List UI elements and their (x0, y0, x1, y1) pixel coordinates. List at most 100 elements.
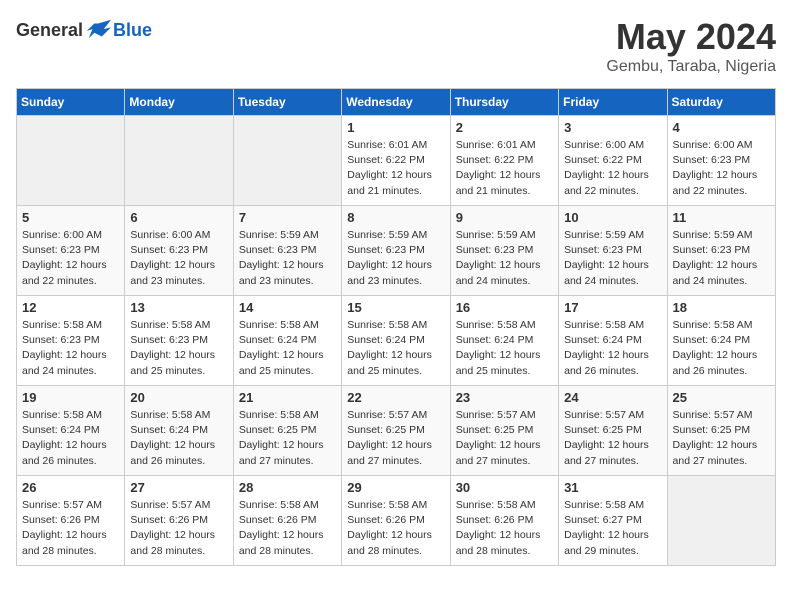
table-row: 5 Sunrise: 6:00 AMSunset: 6:23 PMDaylight… (17, 206, 125, 296)
title-block: May 2024 Gembu, Taraba, Nigeria (606, 16, 776, 76)
day-info: Sunrise: 6:00 AMSunset: 6:23 PMDaylight:… (22, 228, 119, 289)
table-row: 16 Sunrise: 5:58 AMSunset: 6:24 PMDayligh… (450, 296, 558, 386)
day-number: 15 (347, 300, 444, 315)
day-number: 16 (456, 300, 553, 315)
table-row: 19Sunrise: 5:58 AMSunset: 6:24 PMDayligh… (17, 386, 125, 476)
table-row: 22 Sunrise: 5:57 AMSunset: 6:25 PMDayligh… (342, 386, 450, 476)
day-number: 25 (673, 390, 770, 405)
header-thursday: Thursday (450, 89, 558, 116)
table-row: 9 Sunrise: 5:59 AMSunset: 6:23 PMDaylight… (450, 206, 558, 296)
day-info: Sunrise: 5:58 AMSunset: 6:27 PMDaylight:… (564, 498, 661, 559)
day-number: 6 (130, 210, 227, 225)
table-row: 17 Sunrise: 5:58 AMSunset: 6:24 PMDayligh… (559, 296, 667, 386)
day-number: 5 (22, 210, 119, 225)
day-number: 8 (347, 210, 444, 225)
day-number: 1 (347, 120, 444, 135)
day-number: 31 (564, 480, 661, 495)
day-number: 12 (22, 300, 119, 315)
table-row: 26 Sunrise: 5:57 AMSunset: 6:26 PMDayligh… (17, 476, 125, 566)
calendar-week-row: 5 Sunrise: 6:00 AMSunset: 6:23 PMDaylight… (17, 206, 776, 296)
day-number: 20 (130, 390, 227, 405)
logo: General Blue (16, 16, 152, 44)
header-sunday: Sunday (17, 89, 125, 116)
table-row: 14 Sunrise: 5:58 AMSunset: 6:24 PMDayligh… (233, 296, 341, 386)
table-row: 28 Sunrise: 5:58 AMSunset: 6:26 PMDayligh… (233, 476, 341, 566)
day-info: Sunrise: 6:00 AMSunset: 6:22 PMDaylight:… (564, 138, 661, 199)
day-number: 27 (130, 480, 227, 495)
day-number: 26 (22, 480, 119, 495)
table-row: 11Sunrise: 5:59 AMSunset: 6:23 PMDayligh… (667, 206, 775, 296)
day-number: 3 (564, 120, 661, 135)
day-number: 13 (130, 300, 227, 315)
day-number: 23 (456, 390, 553, 405)
table-row: 8 Sunrise: 5:59 AMSunset: 6:23 PMDaylight… (342, 206, 450, 296)
table-row (17, 116, 125, 206)
day-info: Sunrise: 5:58 AMSunset: 6:24 PMDaylight:… (22, 408, 119, 469)
day-number: 14 (239, 300, 336, 315)
day-number: 18 (673, 300, 770, 315)
day-info: Sunrise: 5:59 AMSunset: 6:23 PMDaylight:… (564, 228, 661, 289)
table-row: 25 Sunrise: 5:57 AMSunset: 6:25 PMDayligh… (667, 386, 775, 476)
day-info: Sunrise: 6:01 AMSunset: 6:22 PMDaylight:… (456, 138, 553, 199)
day-number: 7 (239, 210, 336, 225)
table-row (667, 476, 775, 566)
day-info: Sunrise: 5:58 AMSunset: 6:26 PMDaylight:… (347, 498, 444, 559)
day-info: Sunrise: 5:58 AMSunset: 6:26 PMDaylight:… (456, 498, 553, 559)
day-info: Sunrise: 5:58 AMSunset: 6:26 PMDaylight:… (239, 498, 336, 559)
day-number: 9 (456, 210, 553, 225)
day-info: Sunrise: 5:57 AMSunset: 6:25 PMDaylight:… (456, 408, 553, 469)
table-row: 24 Sunrise: 5:57 AMSunset: 6:25 PMDayligh… (559, 386, 667, 476)
day-info: Sunrise: 5:58 AMSunset: 6:24 PMDaylight:… (239, 318, 336, 379)
day-info: Sunrise: 5:57 AMSunset: 6:25 PMDaylight:… (564, 408, 661, 469)
calendar-subtitle: Gembu, Taraba, Nigeria (606, 58, 776, 76)
day-info: Sunrise: 5:59 AMSunset: 6:23 PMDaylight:… (456, 228, 553, 289)
table-row: 3 Sunrise: 6:00 AMSunset: 6:22 PMDaylight… (559, 116, 667, 206)
day-number: 17 (564, 300, 661, 315)
day-number: 11 (673, 210, 770, 225)
day-info: Sunrise: 5:58 AMSunset: 6:24 PMDaylight:… (564, 318, 661, 379)
calendar-title: May 2024 (606, 16, 776, 58)
day-info: Sunrise: 5:57 AMSunset: 6:25 PMDaylight:… (347, 408, 444, 469)
day-info: Sunrise: 5:57 AMSunset: 6:25 PMDaylight:… (673, 408, 770, 469)
table-row: 15 Sunrise: 5:58 AMSunset: 6:24 PMDayligh… (342, 296, 450, 386)
day-info: Sunrise: 5:58 AMSunset: 6:23 PMDaylight:… (130, 318, 227, 379)
day-number: 22 (347, 390, 444, 405)
logo-bird-icon (85, 16, 113, 44)
day-number: 24 (564, 390, 661, 405)
calendar-week-row: 26 Sunrise: 5:57 AMSunset: 6:26 PMDayligh… (17, 476, 776, 566)
day-info: Sunrise: 6:00 AMSunset: 6:23 PMDaylight:… (130, 228, 227, 289)
table-row: 7Sunrise: 5:59 AMSunset: 6:23 PMDaylight… (233, 206, 341, 296)
table-row: 21Sunrise: 5:58 AMSunset: 6:25 PMDayligh… (233, 386, 341, 476)
table-row: 10Sunrise: 5:59 AMSunset: 6:23 PMDayligh… (559, 206, 667, 296)
table-row: 18 Sunrise: 5:58 AMSunset: 6:24 PMDayligh… (667, 296, 775, 386)
table-row: 29 Sunrise: 5:58 AMSunset: 6:26 PMDayligh… (342, 476, 450, 566)
table-row: 23 Sunrise: 5:57 AMSunset: 6:25 PMDayligh… (450, 386, 558, 476)
header-friday: Friday (559, 89, 667, 116)
day-info: Sunrise: 5:57 AMSunset: 6:26 PMDaylight:… (22, 498, 119, 559)
table-row (125, 116, 233, 206)
day-info: Sunrise: 6:00 AMSunset: 6:23 PMDaylight:… (673, 138, 770, 199)
table-row: 20Sunrise: 5:58 AMSunset: 6:24 PMDayligh… (125, 386, 233, 476)
table-row (233, 116, 341, 206)
table-row: 6 Sunrise: 6:00 AMSunset: 6:23 PMDaylight… (125, 206, 233, 296)
day-info: Sunrise: 5:58 AMSunset: 6:23 PMDaylight:… (22, 318, 119, 379)
table-row: 13 Sunrise: 5:58 AMSunset: 6:23 PMDayligh… (125, 296, 233, 386)
day-number: 29 (347, 480, 444, 495)
logo-general-text: General (16, 20, 83, 41)
calendar-header-row: Sunday Monday Tuesday Wednesday Thursday… (17, 89, 776, 116)
day-number: 28 (239, 480, 336, 495)
table-row: 31 Sunrise: 5:58 AMSunset: 6:27 PMDayligh… (559, 476, 667, 566)
day-info: Sunrise: 6:01 AMSunset: 6:22 PMDaylight:… (347, 138, 444, 199)
day-info: Sunrise: 5:58 AMSunset: 6:24 PMDaylight:… (673, 318, 770, 379)
table-row: 30Sunrise: 5:58 AMSunset: 6:26 PMDayligh… (450, 476, 558, 566)
header-saturday: Saturday (667, 89, 775, 116)
day-info: Sunrise: 5:58 AMSunset: 6:24 PMDaylight:… (347, 318, 444, 379)
day-info: Sunrise: 5:58 AMSunset: 6:24 PMDaylight:… (456, 318, 553, 379)
table-row: 12 Sunrise: 5:58 AMSunset: 6:23 PMDayligh… (17, 296, 125, 386)
day-number: 4 (673, 120, 770, 135)
header-tuesday: Tuesday (233, 89, 341, 116)
calendar-week-row: 1 Sunrise: 6:01 AMSunset: 6:22 PMDaylight… (17, 116, 776, 206)
page-header: General Blue May 2024 Gembu, Taraba, Nig… (16, 16, 776, 76)
day-info: Sunrise: 5:58 AMSunset: 6:25 PMDaylight:… (239, 408, 336, 469)
day-info: Sunrise: 5:59 AMSunset: 6:23 PMDaylight:… (347, 228, 444, 289)
